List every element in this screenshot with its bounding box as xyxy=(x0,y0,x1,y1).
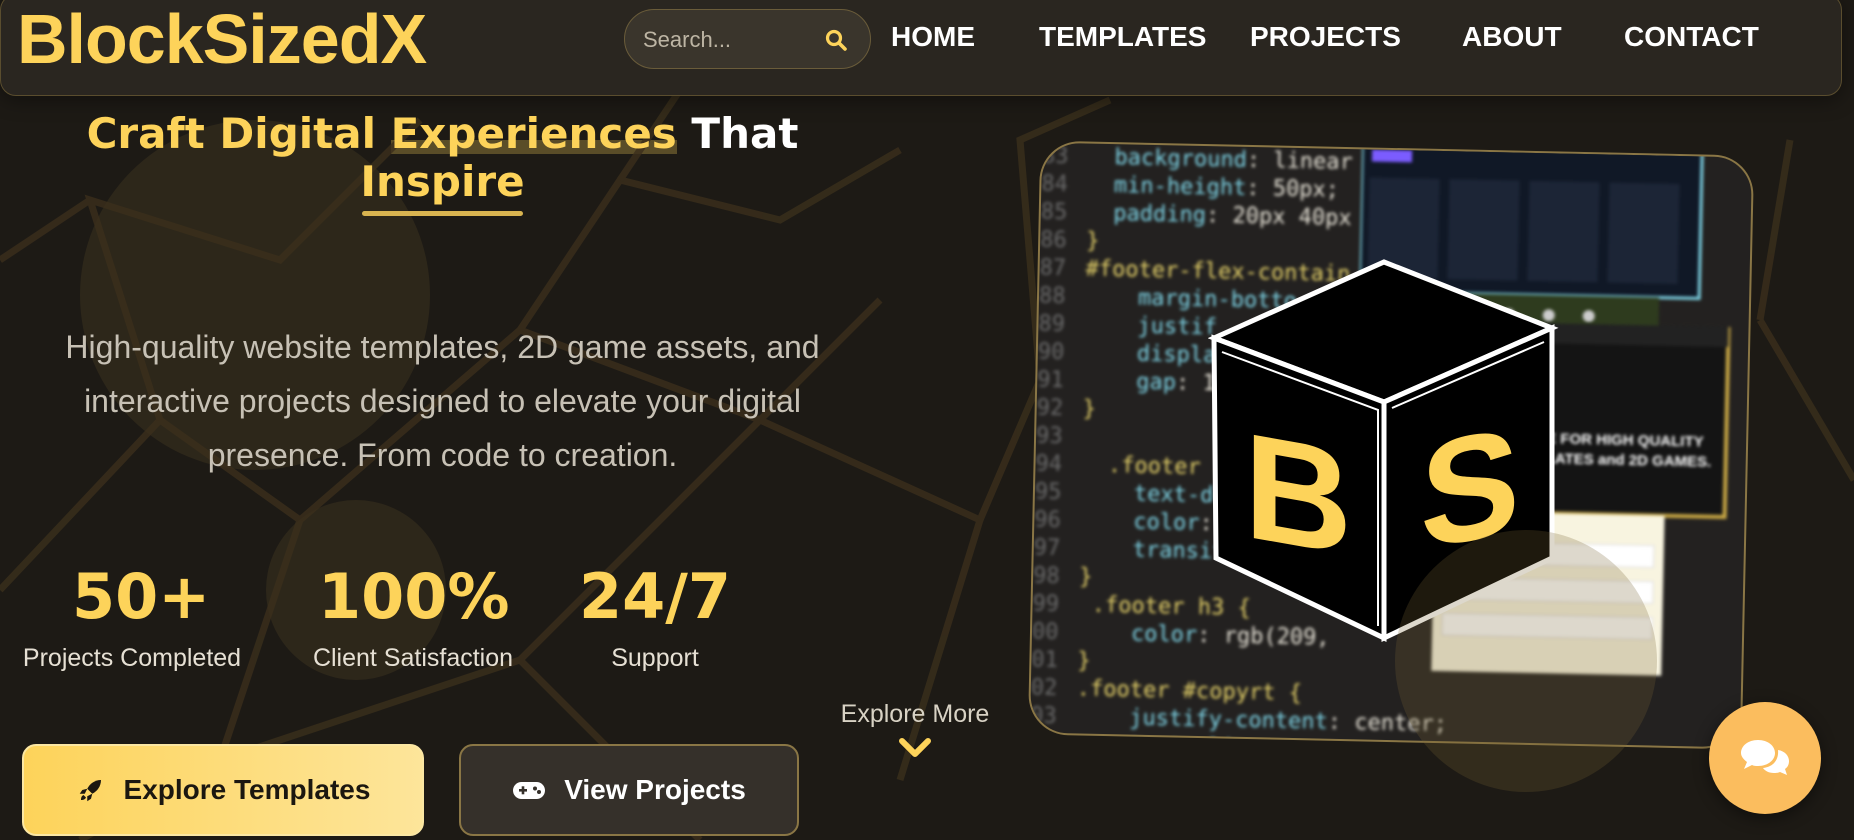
svg-text:B: B xyxy=(1244,401,1352,588)
chat-button[interactable] xyxy=(1709,702,1821,814)
rocket-icon xyxy=(79,780,101,802)
chevron-down-icon[interactable] xyxy=(898,737,932,759)
stat-label: Projects Completed xyxy=(22,644,242,672)
stat-value: 24/7 xyxy=(578,560,732,633)
bg-circle xyxy=(1395,530,1657,792)
explore-more-label[interactable]: Explore More xyxy=(820,700,1010,729)
stat-label: Client Satisfaction xyxy=(312,644,514,672)
nav-link-about[interactable]: ABOUT xyxy=(1462,21,1562,53)
search-icon[interactable] xyxy=(824,28,848,52)
nav-link-projects[interactable]: PROJECTS xyxy=(1250,21,1401,53)
view-projects-button[interactable]: View Projects xyxy=(459,744,799,836)
gamepad-icon xyxy=(513,782,546,799)
svg-text:E FOR HIGH QUALITY: E FOR HIGH QUALITY xyxy=(1546,430,1704,450)
hero-title: Craft Digital Experiences That Inspire xyxy=(60,109,825,216)
hero-title-highlight: Experiences xyxy=(390,109,678,158)
nav-link-contact[interactable]: CONTACT xyxy=(1624,21,1759,53)
stat-value: 100% xyxy=(318,560,510,633)
nav-link-templates[interactable]: TEMPLATES xyxy=(1039,21,1206,53)
hero-title-part1: Craft Digital xyxy=(86,109,391,158)
explore-templates-label: Explore Templates xyxy=(123,774,371,805)
hero-title-underlined: Inspire xyxy=(360,157,525,216)
hero-title-part3: That xyxy=(676,109,799,158)
brand-logo[interactable]: BlockSizedX xyxy=(17,0,427,83)
hero-description: High-quality website templates, 2D game … xyxy=(65,329,820,473)
explore-templates-button[interactable]: Explore Templates xyxy=(22,744,424,836)
search-box xyxy=(624,9,871,69)
stat-label: Support xyxy=(611,644,699,672)
view-projects-label: View Projects xyxy=(564,774,746,805)
navbar: BlockSizedX HOME TEMPLATES PROJECTS ABOU… xyxy=(0,0,1842,96)
stat-value: 50+ xyxy=(72,560,211,633)
search-input[interactable] xyxy=(641,24,815,56)
nav-link-home[interactable]: HOME xyxy=(891,21,975,53)
svg-text:LATES and 2D GAMES.: LATES and 2D GAMES. xyxy=(1546,450,1712,470)
chat-bubbles-icon xyxy=(1741,740,1789,775)
